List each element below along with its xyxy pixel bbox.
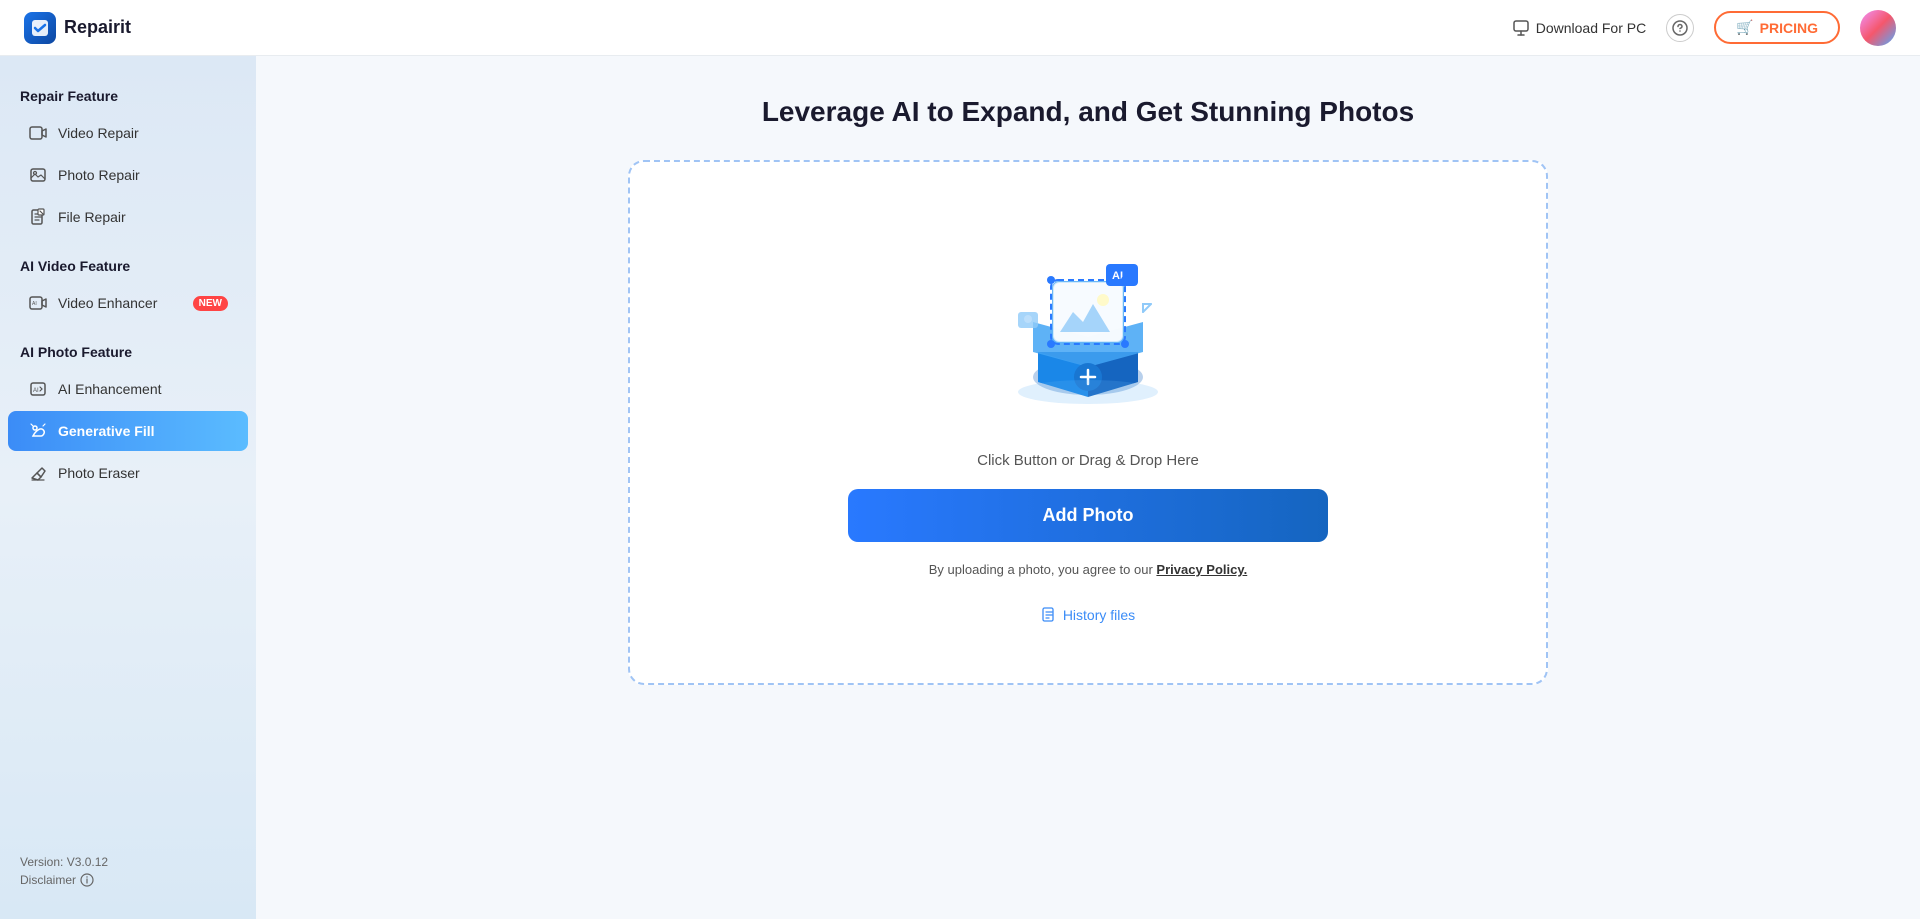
download-label: Download For PC (1536, 20, 1647, 36)
file-repair-icon (28, 207, 48, 227)
photo-repair-label: Photo Repair (58, 167, 228, 183)
pricing-label: PRICING (1760, 20, 1818, 36)
disclaimer-button[interactable]: Disclaimer (20, 873, 236, 887)
history-label: History files (1063, 607, 1135, 623)
upload-hint: Click Button or Drag & Drop Here (977, 452, 1199, 469)
new-badge: NEW (193, 296, 228, 311)
svg-text:AI: AI (33, 388, 39, 394)
privacy-text: By uploading a photo, you agree to our P… (929, 562, 1248, 577)
ai-enhancement-icon: AI (28, 379, 48, 399)
sidebar-item-video-repair[interactable]: Video Repair (8, 113, 248, 153)
video-repair-label: Video Repair (58, 125, 228, 141)
privacy-link[interactable]: Privacy Policy. (1156, 562, 1247, 577)
sidebar-item-ai-enhancement[interactable]: AI AI Enhancement (8, 369, 248, 409)
ai-enhancement-label: AI Enhancement (58, 381, 228, 397)
section-label-repair: Repair Feature (0, 80, 256, 112)
section-label-ai-video: AI Video Feature (0, 250, 256, 282)
photo-eraser-label: Photo Eraser (58, 465, 228, 481)
sidebar-item-generative-fill[interactable]: Generative Fill (8, 411, 248, 451)
main-layout: Repair Feature Video Repair Photo Repair (0, 56, 1920, 919)
logo-icon (24, 12, 56, 44)
photo-repair-icon (28, 165, 48, 185)
sidebar-item-file-repair[interactable]: File Repair (8, 197, 248, 237)
download-button[interactable]: Download For PC (1512, 19, 1647, 37)
info-icon (80, 873, 94, 887)
main-content: Leverage AI to Expand, and Get Stunning … (256, 56, 1920, 919)
video-enhancer-label: Video Enhancer (58, 295, 183, 311)
sidebar-item-photo-eraser[interactable]: Photo Eraser (8, 453, 248, 493)
pricing-cart-icon: 🛒 (1736, 19, 1753, 36)
user-avatar[interactable] (1860, 10, 1896, 46)
generative-fill-label: Generative Fill (58, 423, 228, 439)
page-title: Leverage AI to Expand, and Get Stunning … (762, 96, 1414, 128)
history-icon (1041, 607, 1057, 623)
video-repair-icon (28, 123, 48, 143)
logo-text: Repairit (64, 17, 131, 38)
file-repair-label: File Repair (58, 209, 228, 225)
version-text: Version: V3.0.12 (20, 855, 236, 869)
header-actions: Download For PC 🛒 PRICING (1512, 10, 1896, 46)
svg-text:AI: AI (32, 301, 37, 307)
sidebar-footer: Version: V3.0.12 Disclaimer (0, 843, 256, 899)
ai-illustration: AI (988, 222, 1188, 422)
disclaimer-label: Disclaimer (20, 873, 76, 887)
help-button[interactable] (1666, 14, 1694, 42)
privacy-prefix: By uploading a photo, you agree to our (929, 562, 1153, 577)
generative-fill-icon (28, 421, 48, 441)
upload-area[interactable]: AI (628, 160, 1548, 685)
section-label-ai-photo: AI Photo Feature (0, 336, 256, 368)
pricing-button[interactable]: 🛒 PRICING (1714, 11, 1840, 44)
sidebar-item-photo-repair[interactable]: Photo Repair (8, 155, 248, 195)
history-files-button[interactable]: History files (1041, 607, 1135, 623)
monitor-icon (1512, 19, 1530, 37)
add-photo-button[interactable]: Add Photo (848, 489, 1328, 542)
video-enhancer-icon: AI (28, 293, 48, 313)
help-icon (1672, 20, 1688, 36)
sidebar: Repair Feature Video Repair Photo Repair (0, 56, 256, 919)
photo-eraser-icon (28, 463, 48, 483)
sidebar-item-video-enhancer[interactable]: AI Video Enhancer NEW (8, 283, 248, 323)
app-logo[interactable]: Repairit (24, 12, 131, 44)
app-header: Repairit Download For PC 🛒 PRICING (0, 0, 1920, 56)
